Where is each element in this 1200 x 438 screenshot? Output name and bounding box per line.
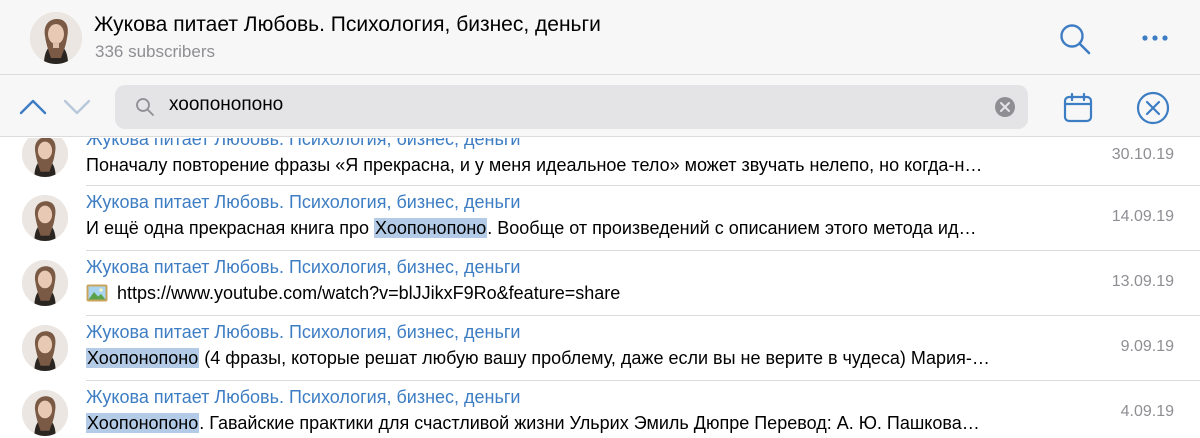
result-snippet: Хоопонопоно (4 фразы, которые решат любу…	[86, 348, 1086, 369]
result-avatar	[22, 138, 68, 177]
result-avatar	[22, 260, 68, 306]
chevron-down-icon[interactable]	[62, 95, 92, 117]
channel-title[interactable]: Жукова питает Любовь. Психология, бизнес…	[94, 13, 601, 37]
result-snippet: И ещё одна прекрасная книга про Хоопоноп…	[86, 218, 1086, 239]
snippet-text: (4 фразы, которые решат любую вашу пробл…	[199, 348, 990, 368]
image-attachment-icon	[86, 284, 108, 302]
more-icon[interactable]	[1138, 30, 1172, 46]
search-highlight: Хоопонопоно	[86, 348, 200, 368]
result-snippet: Хоопонопоно. Гавайские практики для счас…	[86, 413, 1086, 434]
subscriber-count: 336 subscribers	[95, 42, 216, 61]
search-input[interactable]	[169, 94, 949, 116]
avatar-photo-icon	[22, 390, 68, 436]
snippet-text: . Вообще от произведений с описанием это…	[487, 218, 977, 238]
chat-header: Жукова питает Любовь. Психология, бизнес…	[0, 0, 1200, 75]
chevron-up-icon[interactable]	[18, 95, 48, 117]
result-date: 13.09.19	[1111, 273, 1174, 290]
result-avatar	[22, 195, 68, 241]
channel-avatar[interactable]	[30, 12, 82, 64]
result-date: 9.09.19	[1120, 338, 1174, 355]
snippet-link: https://www.youtube.com/watch?v=blJJikxF…	[117, 283, 621, 303]
result-row[interactable]: Жукова питает Любовь. Психология, бизнес…	[0, 251, 1200, 316]
result-source: Жукова питает Любовь. Психология, бизнес…	[86, 138, 521, 149]
result-row[interactable]: Жукова питает Любовь. Психология, бизнес…	[0, 316, 1200, 381]
result-source: Жукова питает Любовь. Психология, бизнес…	[86, 322, 521, 342]
search-bar	[0, 75, 1200, 137]
result-source: Жукова питает Любовь. Психология, бизнес…	[86, 192, 521, 212]
result-source: Жукова питает Любовь. Психология, бизнес…	[86, 387, 521, 407]
result-avatar	[22, 390, 68, 436]
search-highlight: Хоопонопоно	[374, 218, 488, 238]
result-date: 4.09.19	[1120, 403, 1174, 420]
magnifier-icon	[136, 98, 154, 116]
result-snippet: https://www.youtube.com/watch?v=blJJikxF…	[86, 283, 1086, 304]
search-field[interactable]	[115, 85, 1028, 129]
avatar-photo-icon	[30, 12, 82, 64]
avatar-photo-icon	[22, 195, 68, 241]
result-source: Жукова питает Любовь. Психология, бизнес…	[86, 257, 521, 277]
result-avatar	[22, 325, 68, 371]
result-row[interactable]: Жукова питает Любовь. Психология, бизнес…	[0, 186, 1200, 251]
result-row[interactable]: Жукова питает Любовь. Психология, бизнес…	[0, 138, 1200, 186]
search-results-list: Жукова питает Любовь. Психология, бизнес…	[0, 138, 1200, 438]
avatar-photo-icon	[22, 138, 68, 177]
result-row[interactable]: Жукова питает Любовь. Психология, бизнес…	[0, 381, 1200, 438]
search-icon[interactable]	[1058, 22, 1092, 56]
calendar-icon[interactable]	[1062, 92, 1094, 124]
close-search-icon[interactable]	[1136, 91, 1170, 125]
snippet-text: Поначалу повторение фразы «Я прекрасна, …	[86, 155, 983, 175]
snippet-text: И ещё одна прекрасная книга про	[86, 218, 375, 238]
result-date: 30.10.19	[1111, 146, 1174, 163]
result-date: 14.09.19	[1111, 208, 1174, 225]
search-highlight: Хоопонопоно	[86, 413, 200, 433]
clear-icon[interactable]	[994, 96, 1016, 118]
avatar-photo-icon	[22, 325, 68, 371]
result-snippet: Поначалу повторение фразы «Я прекрасна, …	[86, 155, 1086, 176]
snippet-text: . Гавайские практики для счастливой жизн…	[199, 413, 980, 433]
avatar-photo-icon	[22, 260, 68, 306]
